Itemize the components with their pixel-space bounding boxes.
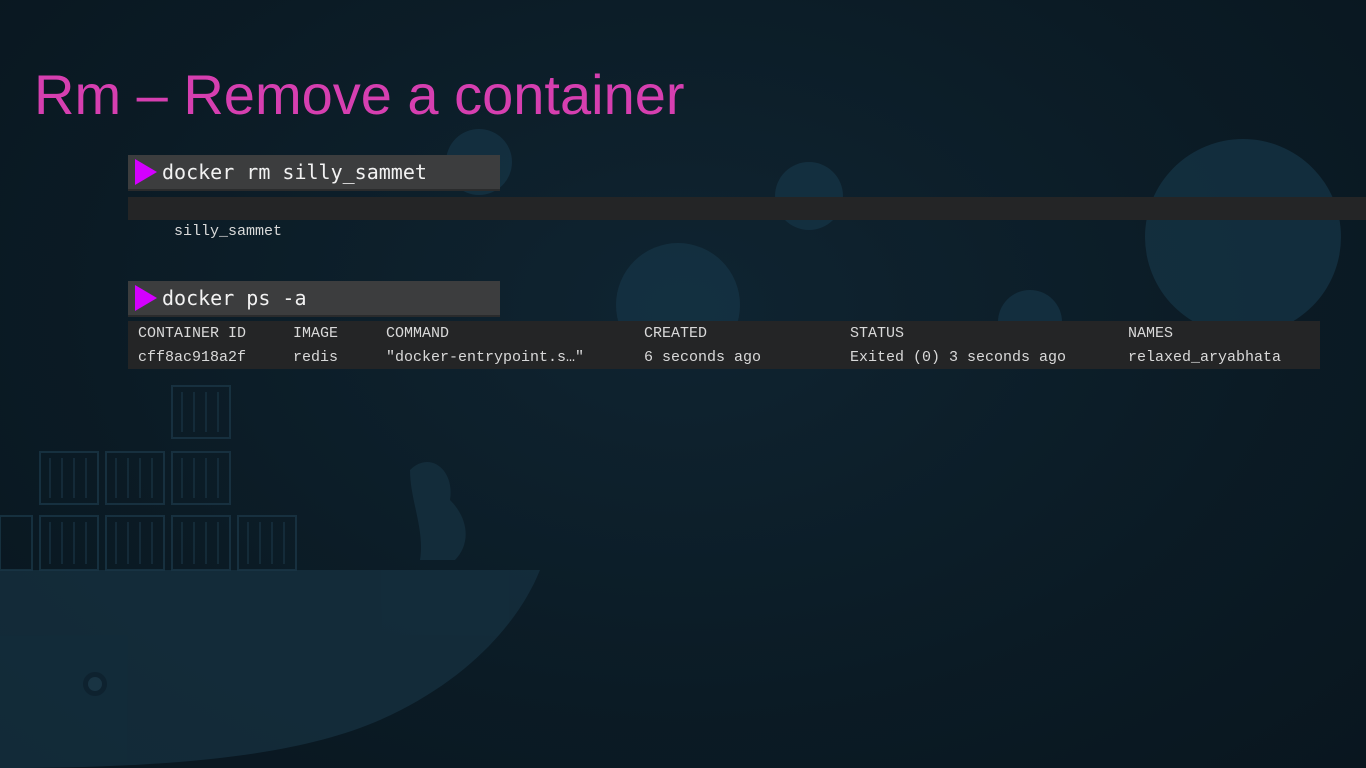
play-triangle-icon [134, 281, 158, 315]
table-cell-command: "docker-entrypoint.s…" [386, 349, 585, 366]
command-text: docker ps -a [162, 286, 307, 310]
output-text: silly_sammet [174, 223, 283, 240]
table-cell-image: redis [293, 349, 339, 366]
table-cell-container-id: cff8ac918a2f [138, 349, 247, 366]
table-cell-names: relaxed_aryabhata [1128, 349, 1282, 366]
table-header-status: STATUS [850, 325, 905, 342]
table-header-created: CREATED [644, 325, 708, 342]
table-header-command: COMMAND [386, 325, 450, 342]
table-header-names: NAMES [1128, 325, 1174, 342]
command-text: docker rm silly_sammet [162, 160, 427, 184]
table-header-image: IMAGE [293, 325, 339, 342]
command-bar-rm: docker rm silly_sammet [128, 155, 500, 191]
command-bar-ps: docker ps -a [128, 281, 500, 317]
ps-output-table: CONTAINER ID IMAGE COMMAND CREATED STATU… [128, 321, 1320, 369]
play-triangle-icon [134, 155, 158, 189]
table-cell-status: Exited (0) 3 seconds ago [850, 349, 1067, 366]
slide-title: Rm – Remove a container [34, 63, 685, 126]
table-header-container-id: CONTAINER ID [138, 325, 247, 342]
table-cell-created: 6 seconds ago [644, 349, 762, 366]
command-output: silly_sammet [128, 197, 1366, 240]
slide: Rm – Remove a container docker rm silly_… [0, 0, 1366, 768]
